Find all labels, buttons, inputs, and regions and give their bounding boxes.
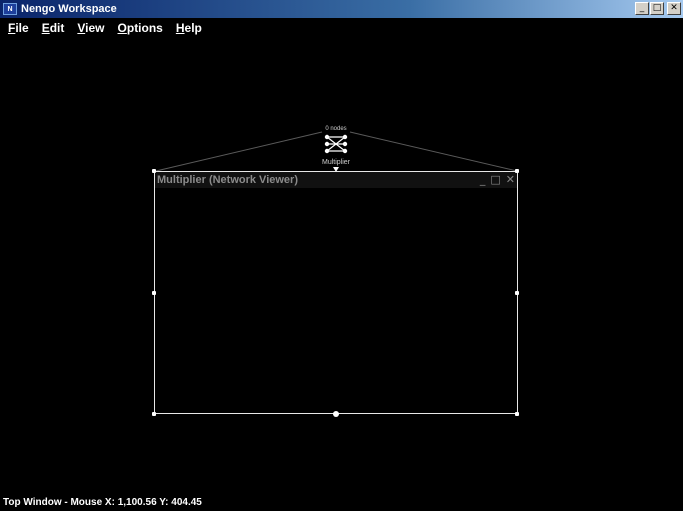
viewer-title: Multiplier (Network Viewer): [157, 174, 298, 186]
window-titlebar[interactable]: N Nengo Workspace _ □ ✕: [0, 0, 683, 18]
viewer-controls: _ □ ✕: [480, 173, 515, 187]
resize-handle-bottom-right[interactable]: [515, 412, 519, 416]
close-button[interactable]: ✕: [667, 2, 681, 15]
menu-bar: File Edit View Options Help: [0, 18, 207, 38]
resize-handle-middle-right[interactable]: [515, 291, 519, 295]
viewer-maximize-button[interactable]: □: [490, 173, 500, 187]
node-count-label: 0 nodes: [325, 126, 347, 132]
menu-options[interactable]: Options: [110, 21, 168, 35]
menu-view[interactable]: View: [69, 21, 109, 35]
resize-handle-bottom-middle[interactable]: [333, 411, 339, 417]
network-viewer-window[interactable]: Multiplier (Network Viewer) _ □ ✕: [154, 171, 518, 414]
multiplier-node[interactable]: 0 nodes Multiplier: [318, 126, 354, 170]
status-bar: Top Window - Mouse X: 1,100.56 Y: 404.45: [3, 497, 202, 508]
node-name-label: Multiplier: [321, 159, 350, 166]
viewer-close-button[interactable]: ✕: [506, 173, 515, 187]
window-title: Nengo Workspace: [21, 3, 117, 15]
network-icon: [324, 134, 348, 154]
menu-help[interactable]: Help: [168, 21, 207, 35]
resize-handle-middle-left[interactable]: [152, 291, 156, 295]
window-controls: _ □ ✕: [635, 2, 681, 15]
viewer-minimize-button[interactable]: _: [480, 173, 486, 187]
menu-file[interactable]: File: [0, 21, 34, 35]
resize-handle-top-right[interactable]: [515, 169, 519, 173]
app-icon: N: [3, 3, 17, 15]
menu-edit[interactable]: Edit: [34, 21, 70, 35]
maximize-button[interactable]: □: [650, 2, 664, 15]
resize-handle-top-left[interactable]: [152, 169, 156, 173]
viewer-header[interactable]: Multiplier (Network Viewer) _ □ ✕: [155, 172, 517, 188]
resize-handle-bottom-left[interactable]: [152, 412, 156, 416]
minimize-button[interactable]: _: [635, 2, 649, 15]
